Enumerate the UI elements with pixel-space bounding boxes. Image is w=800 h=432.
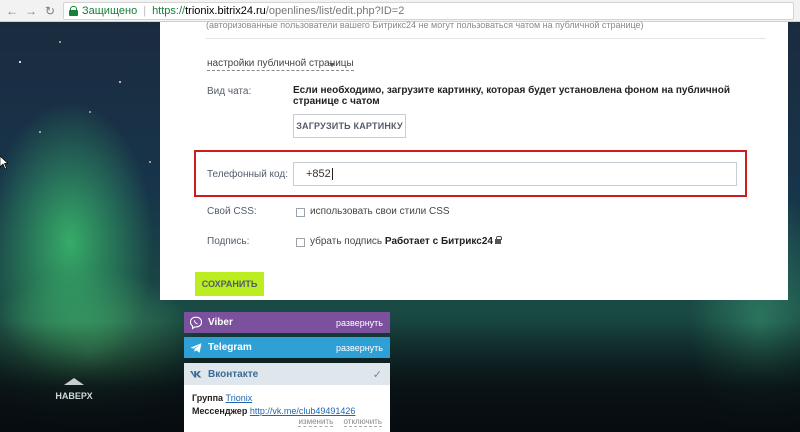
telegram-icon: [190, 342, 202, 353]
reload-icon[interactable]: ↻: [42, 3, 58, 19]
connector-viber[interactable]: Viber развернуть: [184, 312, 390, 333]
vk-messenger-row: Мессенджер http://vk.me/club49491426: [192, 406, 355, 416]
chat-view-hint: Если необходимо, загрузите картинку, кот…: [293, 85, 730, 107]
connector-vk[interactable]: Вконтакте ✓: [184, 363, 390, 385]
custom-css-option: использовать свои стили CSS: [310, 206, 450, 217]
phone-code-label: Телефонный код:: [207, 169, 289, 180]
vk-actions: изменить отключить: [290, 417, 382, 427]
arrow-up-icon: [64, 378, 84, 385]
caret-down-icon[interactable]: [329, 63, 335, 67]
stars-decoration: [0, 22, 180, 222]
connector-viber-expand[interactable]: развернуть: [336, 318, 383, 328]
check-icon: ✓: [372, 368, 382, 381]
connector-vk-name: Вконтакте: [208, 368, 259, 380]
remove-signature-prefix: убрать подпись: [310, 236, 383, 247]
vk-group-label: Группа: [192, 393, 224, 403]
url-scheme: https://: [152, 4, 186, 17]
vk-edit-link[interactable]: изменить: [298, 417, 334, 427]
public-page-note: (авторизованные пользователи вашего Битр…: [206, 20, 644, 30]
scroll-top-label: НАВЕРХ: [55, 391, 93, 401]
section-divider: [206, 38, 766, 39]
forest-silhouette: [0, 322, 800, 432]
scroll-top-button[interactable]: НАВЕРХ: [52, 378, 96, 401]
forward-icon[interactable]: →: [23, 3, 39, 19]
connector-telegram-expand[interactable]: развернуть: [336, 343, 383, 353]
vk-messenger-link[interactable]: http://vk.me/club49491426: [250, 406, 356, 416]
vk-messenger-label: Мессенджер: [192, 406, 248, 416]
vk-group-link[interactable]: Trionix: [226, 393, 253, 403]
custom-css-checkbox[interactable]: [296, 208, 305, 217]
connector-viber-name: Viber: [208, 317, 233, 328]
vk-group-row: Группа Trionix: [192, 393, 252, 403]
phone-code-input[interactable]: +852: [293, 162, 737, 186]
settings-panel: (авторизованные пользователи вашего Битр…: [160, 20, 788, 300]
save-button[interactable]: СОХРАНИТЬ: [195, 272, 264, 296]
connector-vk-details: Группа Trionix Мессенджер http://vk.me/c…: [184, 385, 390, 432]
vk-disable-link[interactable]: отключить: [343, 417, 382, 427]
vk-icon: [190, 371, 202, 378]
connector-telegram[interactable]: Telegram развернуть: [184, 337, 390, 358]
upload-image-button[interactable]: ЗАГРУЗИТЬ КАРТИНКУ: [293, 114, 406, 138]
secure-label: Защищено: [82, 4, 138, 17]
address-bar[interactable]: Защищено | https:// trionix.bitrix24.ru …: [63, 1, 794, 20]
remove-signature-brand: Работает с Битрикс24: [384, 236, 493, 247]
signature-label: Подпись:: [207, 236, 250, 247]
browser-toolbar: ← → ↻ Защищено | https:// trionix.bitrix…: [0, 0, 800, 22]
url-path: /openlines/list/edit.php?ID=2: [265, 4, 405, 17]
chat-view-label: Вид чата:: [207, 86, 252, 97]
connector-telegram-name: Telegram: [208, 342, 252, 353]
remove-signature-option: убрать подпись Работает с Битрикс24: [310, 236, 502, 247]
phone-code-value: +852: [306, 168, 331, 180]
viber-icon: [189, 316, 203, 330]
url-separator: |: [143, 4, 147, 17]
custom-css-label: Свой CSS:: [207, 206, 257, 217]
lock-icon: [495, 236, 502, 244]
remove-signature-checkbox[interactable]: [296, 238, 305, 247]
url-host: trionix.bitrix24.ru: [185, 4, 266, 17]
back-icon[interactable]: ←: [4, 3, 20, 19]
lock-icon: [69, 5, 78, 16]
mouse-cursor-icon: [0, 156, 8, 169]
text-caret: [331, 168, 333, 180]
